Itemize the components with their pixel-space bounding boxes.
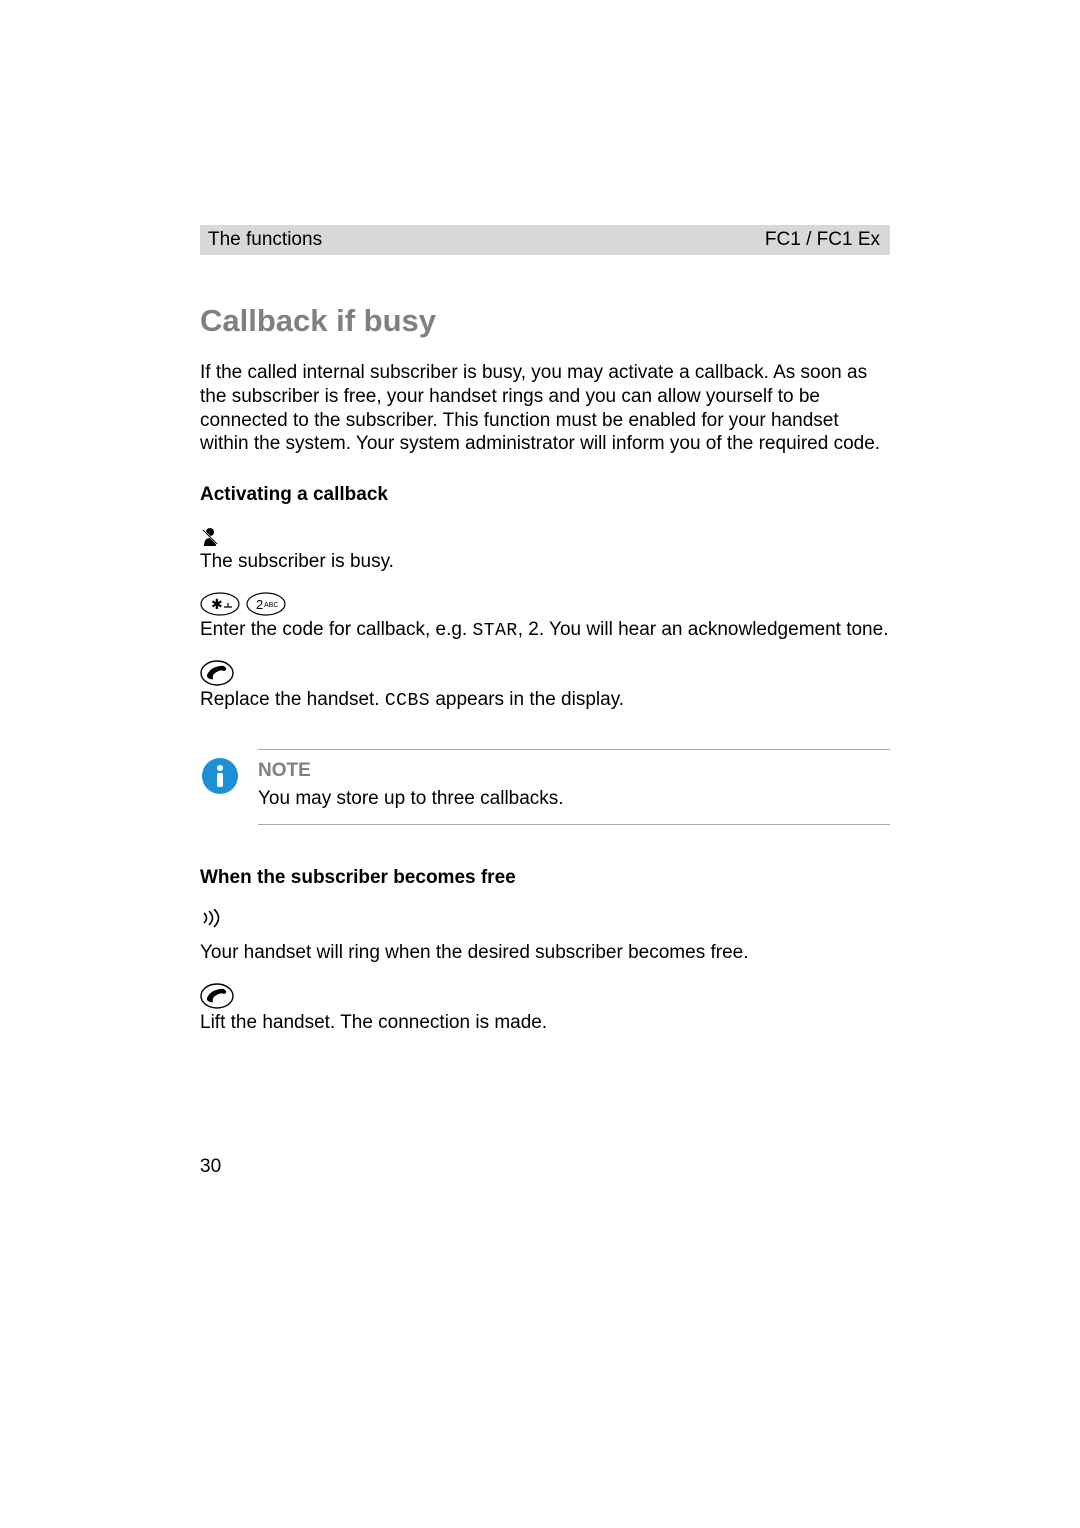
step-replace-handset: Replace the handset. CCBS appears in the… [200, 660, 890, 713]
step-busy: The subscriber is busy. [200, 526, 890, 574]
info-icon [200, 756, 240, 796]
header-right: FC1 / FC1 Ex [765, 229, 880, 251]
header-left: The functions [208, 229, 322, 251]
intro-paragraph: If the called internal subscriber is bus… [200, 361, 890, 456]
page-number: 30 [200, 1156, 221, 1178]
ringing-icon [200, 909, 222, 929]
svg-text:✱: ✱ [211, 596, 223, 612]
person-busy-icon [200, 526, 220, 548]
note-label: NOTE [258, 760, 890, 782]
note-box: NOTE You may store up to three callbacks… [258, 749, 890, 825]
svg-text:ABC: ABC [264, 602, 278, 609]
step-ringing-text: Your handset will ring when the desired … [200, 941, 890, 965]
document-page: The functions FC1 / FC1 Ex Callback if b… [0, 0, 1080, 1528]
code-star: STAR [473, 621, 518, 641]
step-enter-code: ✱ 2 ABC Enter the code for callback, e.g… [200, 592, 890, 643]
two-key-icon: 2 ABC [246, 592, 286, 616]
step-lift-text: Lift the handset. The connection is made… [200, 1011, 890, 1035]
step-ringing: Your handset will ring when the desired … [200, 909, 890, 965]
note-text: You may store up to three callbacks. [258, 788, 890, 810]
handset-icon [200, 660, 234, 686]
page-header: The functions FC1 / FC1 Ex [200, 225, 890, 255]
section-title: Callback if busy [200, 303, 890, 339]
star-key-icon: ✱ [200, 592, 240, 616]
subheading-free: When the subscriber becomes free [200, 867, 890, 889]
svg-text:2: 2 [256, 597, 263, 612]
code-ccbs: CCBS [385, 691, 430, 711]
subheading-activating: Activating a callback [200, 484, 890, 506]
handset-icon [200, 983, 234, 1009]
step-replace-text: Replace the handset. CCBS appears in the… [200, 688, 890, 713]
step-enter-code-text: Enter the code for callback, e.g. STAR, … [200, 618, 890, 643]
step-lift-handset: Lift the handset. The connection is made… [200, 983, 890, 1035]
step-busy-text: The subscriber is busy. [200, 550, 890, 574]
